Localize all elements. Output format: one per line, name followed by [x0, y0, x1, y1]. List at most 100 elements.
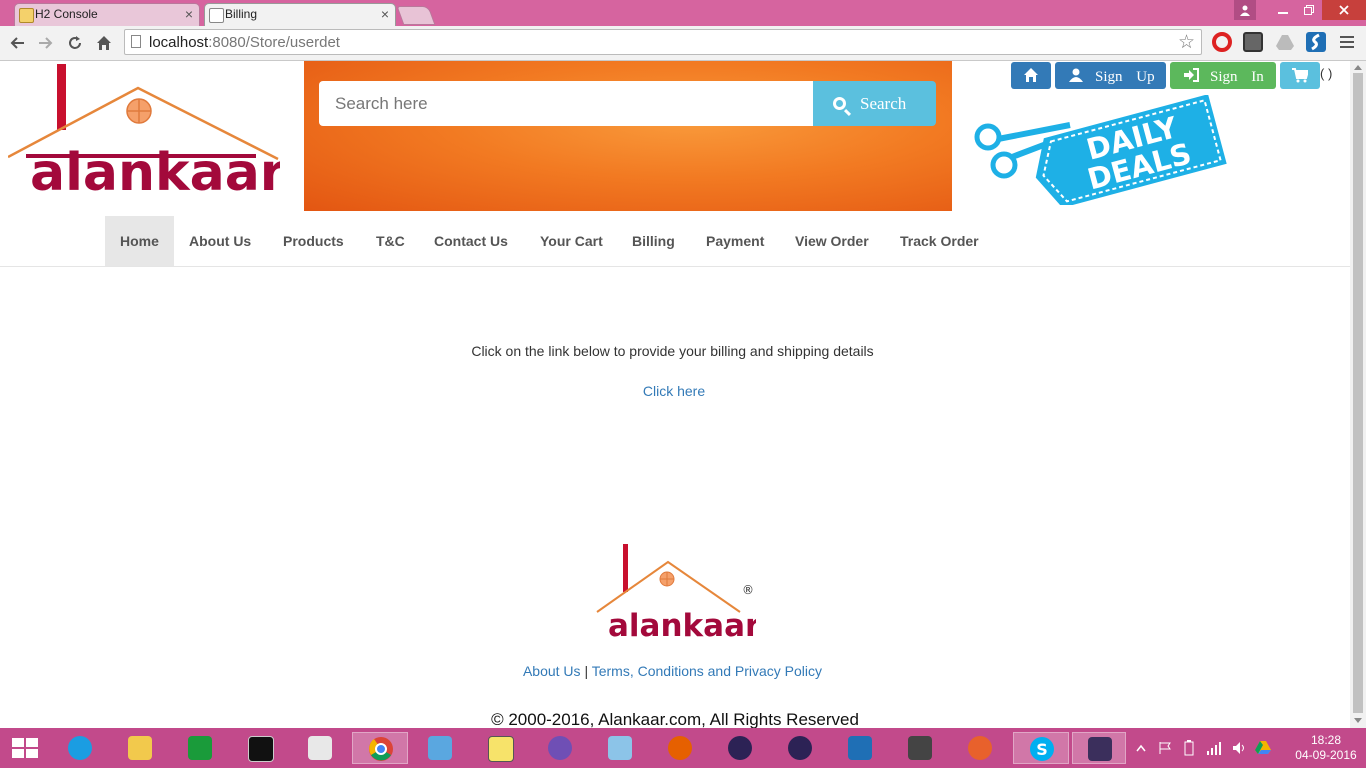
- scroll-thumb[interactable]: [1353, 73, 1363, 713]
- nav-products[interactable]: Products: [283, 216, 344, 266]
- billing-details-link[interactable]: Click here: [0, 383, 1348, 399]
- nav-track-order[interactable]: Track Order: [900, 216, 979, 266]
- tab-h2-console[interactable]: H2 Console ×: [14, 3, 200, 26]
- forward-arrow-icon[interactable]: [35, 32, 57, 54]
- close-icon[interactable]: ×: [185, 4, 193, 25]
- flag-icon[interactable]: [1158, 741, 1172, 781]
- copyright-text: © 2000-2016, Alankaar.com, All Rights Re…: [491, 710, 859, 729]
- svg-text:®: ®: [742, 583, 754, 597]
- app-icon[interactable]: [840, 732, 880, 764]
- nav-home[interactable]: Home: [105, 216, 174, 266]
- page-icon: [131, 35, 141, 48]
- google-drive-icon[interactable]: [1255, 740, 1271, 780]
- eclipse-icon[interactable]: [720, 732, 760, 764]
- footer-about-link[interactable]: About Us: [523, 663, 581, 679]
- site-logo[interactable]: alankaar: [7, 64, 286, 203]
- database-icon[interactable]: [480, 732, 520, 764]
- close-icon[interactable]: ×: [381, 4, 389, 25]
- tab-billing[interactable]: Billing ×: [204, 3, 396, 26]
- chrome-icon[interactable]: [352, 732, 408, 764]
- svg-text:alankaar: alankaar: [30, 143, 280, 199]
- browser-tabstrip: H2 Console × Billing ×: [0, 0, 1366, 26]
- nav-billing[interactable]: Billing: [632, 216, 675, 266]
- footer-terms-link[interactable]: Terms, Conditions and Privacy Policy: [592, 663, 822, 679]
- nav-tc[interactable]: T&C: [376, 216, 405, 266]
- home-icon[interactable]: [93, 32, 115, 54]
- menu-icon[interactable]: [1337, 32, 1357, 52]
- restore-icon[interactable]: [1296, 0, 1322, 20]
- scroll-down-icon[interactable]: [1354, 718, 1362, 723]
- url-text: localhost:8080/Store/userdet: [149, 34, 340, 51]
- login-icon: [1184, 68, 1199, 82]
- drive-extension-icon[interactable]: [1275, 32, 1295, 52]
- signup-label: Sign Up: [1095, 69, 1155, 85]
- tab-label: Billing: [225, 7, 258, 21]
- footer-links: About Us | Terms, Conditions and Privacy…: [0, 663, 1345, 679]
- volume-icon[interactable]: [1232, 741, 1246, 781]
- browser-toolbar: localhost:8080/Store/userdet ☆: [0, 26, 1366, 61]
- start-button[interactable]: [5, 732, 45, 764]
- nav-view-order[interactable]: View Order: [795, 216, 869, 266]
- footer-separator: |: [584, 663, 589, 679]
- user-icon: [1069, 68, 1083, 82]
- firefox-icon[interactable]: [660, 732, 700, 764]
- bookmark-star-icon[interactable]: ☆: [1178, 31, 1195, 54]
- java-ee-ide-icon[interactable]: [1072, 732, 1126, 764]
- sql-icon[interactable]: [900, 732, 940, 764]
- page-scrollbar[interactable]: [1350, 61, 1366, 728]
- reader-icon[interactable]: [300, 732, 340, 764]
- cart-count: ( ): [1320, 66, 1333, 81]
- shield-extension-icon[interactable]: [1243, 32, 1263, 52]
- github-icon[interactable]: [540, 732, 580, 764]
- skype-icon[interactable]: S: [1013, 732, 1069, 764]
- opera-extension-icon[interactable]: [1212, 32, 1232, 52]
- scroll-up-icon[interactable]: [1354, 65, 1362, 70]
- remote-desktop-icon[interactable]: [420, 732, 460, 764]
- notepad-icon[interactable]: [600, 732, 640, 764]
- eclipse-icon[interactable]: [780, 732, 820, 764]
- clock-time: 18:28: [1310, 733, 1342, 747]
- show-hidden-icons-icon[interactable]: [1136, 741, 1146, 781]
- new-tab-button[interactable]: [396, 6, 436, 25]
- address-bar[interactable]: localhost:8080/Store/userdet ☆: [124, 29, 1202, 55]
- profile-icon[interactable]: [1234, 0, 1256, 20]
- nav-contact-us[interactable]: Contact Us: [434, 216, 508, 266]
- billing-message: Click on the link below to provide your …: [471, 343, 874, 359]
- battery-icon[interactable]: [1182, 740, 1196, 780]
- store-icon[interactable]: [180, 732, 220, 764]
- search-button[interactable]: Search: [813, 81, 936, 126]
- back-arrow-icon[interactable]: [6, 32, 28, 54]
- file-explorer-icon[interactable]: [120, 732, 160, 764]
- nav-payment[interactable]: Payment: [706, 216, 764, 266]
- minimize-icon[interactable]: [1270, 0, 1296, 20]
- signup-button[interactable]: Sign Up: [1055, 62, 1166, 89]
- home-button[interactable]: [1011, 62, 1051, 89]
- cmd-icon[interactable]: [240, 732, 280, 764]
- search-icon: [833, 97, 846, 110]
- home-icon: [1024, 68, 1038, 82]
- h2-favicon-icon: [19, 8, 34, 23]
- search-input[interactable]: [319, 81, 814, 126]
- cart-button[interactable]: [1280, 62, 1320, 89]
- page-favicon-icon: [209, 8, 224, 23]
- reload-icon[interactable]: [64, 32, 86, 54]
- signin-button[interactable]: Sign In: [1170, 62, 1276, 89]
- clock-date: 04-09-2016: [1295, 748, 1357, 762]
- wifi-signal-icon[interactable]: [1206, 741, 1222, 781]
- svg-text:alankaar: alankaar: [608, 608, 756, 642]
- nav-your-cart[interactable]: Your Cart: [540, 216, 603, 266]
- footer-logo[interactable]: alankaar ®: [596, 542, 761, 644]
- windows-taskbar: S 18:28 04-09-2016: [0, 728, 1366, 768]
- system-clock[interactable]: 18:28 04-09-2016: [1294, 733, 1358, 763]
- nav-about-us[interactable]: About Us: [189, 216, 251, 266]
- cart-icon: [1292, 68, 1308, 83]
- svg-text:S: S: [1036, 740, 1048, 759]
- tab-label: H2 Console: [35, 7, 98, 21]
- window-close-icon[interactable]: [1322, 0, 1366, 20]
- main-nav: Home About Us Products T&C Contact Us Yo…: [0, 215, 1350, 267]
- tool-icon[interactable]: [960, 732, 1000, 764]
- search-button-label: Search: [860, 94, 907, 113]
- signin-label: Sign In: [1210, 69, 1264, 85]
- app-extension-icon[interactable]: [1306, 32, 1326, 52]
- ie-icon[interactable]: [60, 732, 100, 764]
